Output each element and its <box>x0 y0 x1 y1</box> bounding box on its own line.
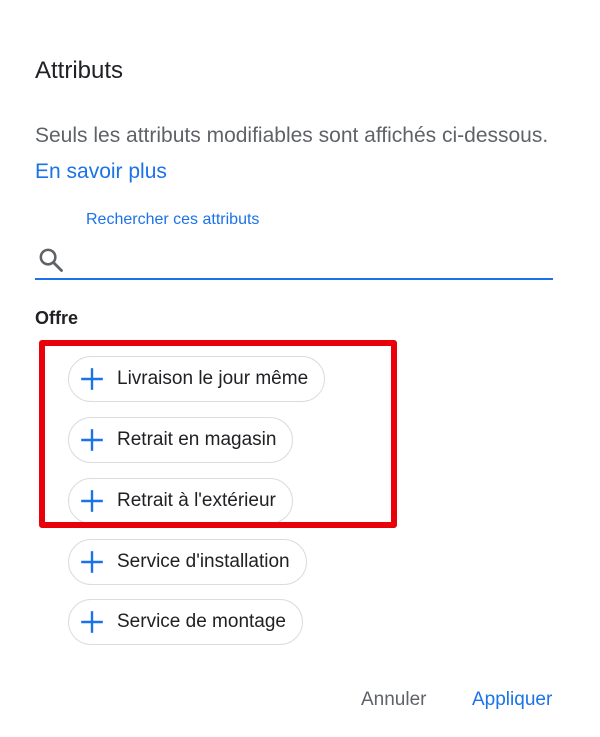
search-input[interactable] <box>79 244 543 276</box>
dialog-description: Seuls les attributs modifiables sont aff… <box>35 118 555 190</box>
plus-icon <box>81 611 103 633</box>
plus-icon <box>81 429 103 451</box>
chip-service-de-montage[interactable]: Service de montage <box>68 599 303 645</box>
attributes-dialog: Attributs Seuls les attributs modifiable… <box>0 0 600 737</box>
plus-icon <box>81 368 103 390</box>
chip-service-d-installation[interactable]: Service d'installation <box>68 539 307 585</box>
plus-icon <box>81 490 103 512</box>
learn-more-link[interactable]: En savoir plus <box>35 160 167 183</box>
chip-label: Service de montage <box>117 611 286 632</box>
section-title-offre: Offre <box>35 308 79 328</box>
search-label: Rechercher ces attributs <box>86 211 260 228</box>
chip-label: Retrait à l'extérieur <box>117 490 276 511</box>
search-icon <box>39 248 63 272</box>
apply-button[interactable]: Appliquer <box>472 688 552 712</box>
cancel-button[interactable]: Annuler <box>361 688 427 712</box>
dialog-title: Attributs <box>35 57 124 84</box>
plus-icon <box>81 551 103 573</box>
chip-label: Livraison le jour même <box>117 368 309 389</box>
chip-label: Service d'installation <box>117 551 290 572</box>
chip-livraison-le-jour-meme[interactable]: Livraison le jour même <box>68 356 326 402</box>
search-field[interactable] <box>35 240 553 280</box>
chip-retrait-en-magasin[interactable]: Retrait en magasin <box>68 417 294 463</box>
description-text: Seuls les attributs modifiables sont aff… <box>35 124 549 147</box>
chip-label: Retrait en magasin <box>117 429 277 450</box>
chip-retrait-a-l-exterieur[interactable]: Retrait à l'extérieur <box>68 478 293 524</box>
